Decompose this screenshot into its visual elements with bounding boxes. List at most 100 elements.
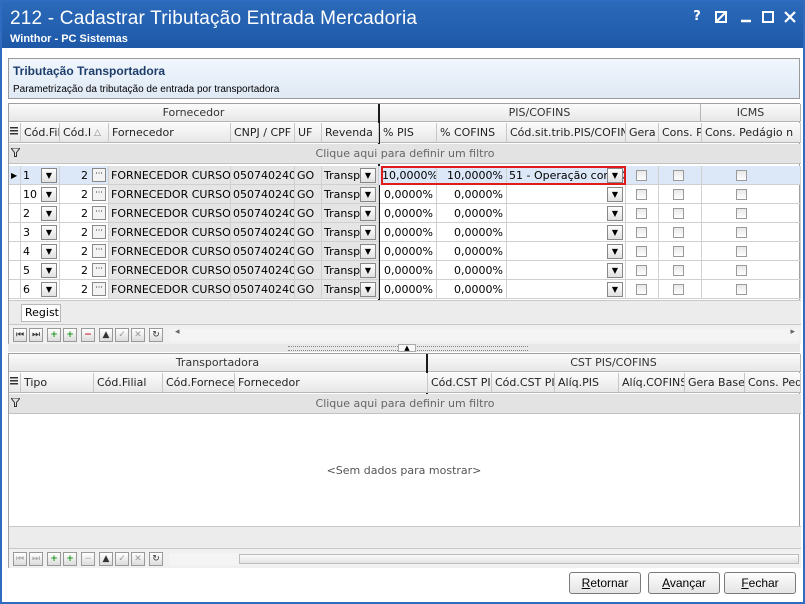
cell-pis[interactable]: 0,0000% [380,223,437,242]
checkbox-cons-p[interactable] [673,189,684,200]
cell-cod-forn[interactable]: 2 ··· [60,223,109,242]
cell-revenda[interactable]: Transp ▼ [322,280,379,299]
nav-last-icon[interactable]: ⏭ [29,328,43,342]
cell-cofins[interactable]: 0,0000% [437,185,507,204]
cell-cst[interactable]: ▼ [507,223,626,242]
chevron-down-icon[interactable]: ▼ [607,263,623,278]
col-cod-fornecedor[interactable]: Cód.Fornecec [163,373,235,393]
cell-cons-p[interactable] [659,204,702,223]
nav-edit-icon-2[interactable]: ▲ [99,552,113,566]
cell-cod-fil[interactable]: 5 ▼ [21,261,60,280]
nav-cancel-icon[interactable]: ✕ [131,328,145,342]
chevron-down-icon[interactable]: ▼ [360,244,376,259]
cell-cons-p[interactable] [659,261,702,280]
col-gera[interactable]: Gera I [626,123,659,143]
chevron-down-icon[interactable]: ▼ [360,206,376,221]
checkbox-cons-p[interactable] [673,284,684,295]
chevron-down-icon[interactable]: ▼ [41,263,57,278]
checkbox-cons-p[interactable] [673,265,684,276]
col-cod-filial[interactable]: Cód.Filial [94,373,163,393]
table-row[interactable]: 10 ▼ 2 ···FORNECEDOR CURSO E.0507402400GOTr… [9,185,801,204]
checkbox-cons-pedagio[interactable] [736,189,747,200]
table-row[interactable]: 4▼2···FORNECEDOR CURSO E.0507402400GOTra… [9,242,801,261]
cell-cst[interactable]: ▼ [507,242,626,261]
cell-gera[interactable] [626,280,659,299]
cell-cons-pedagio[interactable] [702,185,801,204]
col-aliq-pis[interactable]: Alíq.PIS [555,373,619,393]
col-fornecedor[interactable]: Fornecedor [109,123,231,143]
checkbox-gera[interactable] [636,246,647,257]
checkbox-cons-pedagio[interactable] [736,170,747,181]
checkbox-gera[interactable] [636,170,647,181]
cell-cod-fil[interactable]: 1 ▼ [21,166,60,185]
col-pis[interactable]: % PIS [380,123,437,143]
chevron-down-icon[interactable]: ▼ [41,168,57,183]
table-row[interactable]: 5▼2···FORNECEDOR CURSO E.0507402400GOTra… [9,261,801,280]
table-row[interactable]: 3▼2···FORNECEDOR CURSO E.0507402400GOTra… [9,223,801,242]
col-cons-p[interactable]: Cons. P [659,123,702,143]
cell-cofins[interactable]: 0,0000% [437,242,507,261]
nav-append-icon[interactable]: + [63,328,77,342]
ellipsis-icon[interactable]: ··· [92,187,106,201]
checkbox-gera[interactable] [636,208,647,219]
nav-delete-icon[interactable]: − [81,328,95,342]
cell-cod-fil[interactable]: 2 ▼ [21,204,60,223]
cell-cod-fil[interactable]: 10 ▼ [21,185,60,204]
checkbox-gera[interactable] [636,189,647,200]
col-cod-forn[interactable]: Cód.I △ [60,123,109,143]
cell-cons-pedagio[interactable] [702,204,801,223]
cell-cons-p[interactable] [659,166,702,185]
cell-cons-pedagio[interactable] [702,280,801,299]
col-gera-base[interactable]: Gera Base F [685,373,745,393]
chevron-down-icon[interactable]: ▼ [360,168,376,183]
help-icon[interactable]: ? [688,8,706,26]
checkbox-cons-pedagio[interactable] [736,265,747,276]
scroll-thumb[interactable] [239,554,799,564]
chevron-down-icon[interactable]: ▼ [607,225,623,240]
cell-gera[interactable] [626,166,659,185]
col-cst[interactable]: Cód.sit.trib.PIS/COFINS [507,123,626,143]
cell-gera[interactable] [626,223,659,242]
cell-cod-fil[interactable]: 4 ▼ [21,242,60,261]
ellipsis-icon[interactable]: ··· [92,206,106,220]
ellipsis-icon[interactable]: ··· [92,225,106,239]
minimize-icon[interactable] [737,8,755,26]
horizontal-scrollbar[interactable]: ◂ ▸ [169,327,799,341]
cell-pis[interactable]: 0,0000% [380,185,437,204]
checkbox-cons-pedagio[interactable] [736,208,747,219]
ellipsis-icon[interactable]: ··· [92,282,106,296]
cell-pis[interactable]: 0,0000% [380,261,437,280]
chevron-down-icon[interactable]: ▼ [360,187,376,202]
chevron-down-icon[interactable]: ▼ [607,206,623,221]
cell-revenda[interactable]: Transp ▼ [322,223,379,242]
col-cod-cst-cofins[interactable]: Cód.CST PIS [492,373,555,393]
collapse-icon[interactable]: ▲ [398,344,416,352]
chevron-down-icon[interactable]: ▼ [607,187,623,202]
cell-cod-forn[interactable]: 2 ··· [60,166,109,185]
cell-revenda[interactable]: Transp ▼ [322,204,379,223]
column-chooser-icon-2[interactable] [9,373,21,393]
cell-cons-pedagio[interactable] [702,242,801,261]
chevron-down-icon[interactable]: ▼ [607,244,623,259]
fechar-button[interactable]: Fechar [724,572,796,594]
cell-pis[interactable]: 0,0000% [380,242,437,261]
chevron-down-icon[interactable]: ▼ [360,263,376,278]
col-cod-cst-pis[interactable]: Cód.CST PIS [428,373,492,393]
nav-first-icon-2[interactable]: ⏮ [13,552,27,566]
scroll-right-icon[interactable]: ▸ [790,327,795,337]
checkbox-cons-p[interactable] [673,208,684,219]
cell-cod-fil[interactable]: 3 ▼ [21,223,60,242]
col-cons-pedagio[interactable]: Cons. Pedágio n [702,123,801,143]
cell-gera[interactable] [626,204,659,223]
cell-gera[interactable] [626,242,659,261]
nav-refresh-icon-2[interactable]: ↻ [149,552,163,566]
cell-revenda[interactable]: Transp ▼ [322,261,379,280]
cell-cons-p[interactable] [659,280,702,299]
cell-cofins[interactable]: 0,0000% [437,204,507,223]
chevron-down-icon[interactable]: ▼ [41,187,57,202]
chevron-down-icon[interactable]: ▼ [41,244,57,259]
cell-cons-pedagio[interactable] [702,223,801,242]
checkbox-gera[interactable] [636,227,647,238]
horizontal-scrollbar-2[interactable] [169,553,799,565]
cell-cod-forn[interactable]: 2 ··· [60,185,109,204]
